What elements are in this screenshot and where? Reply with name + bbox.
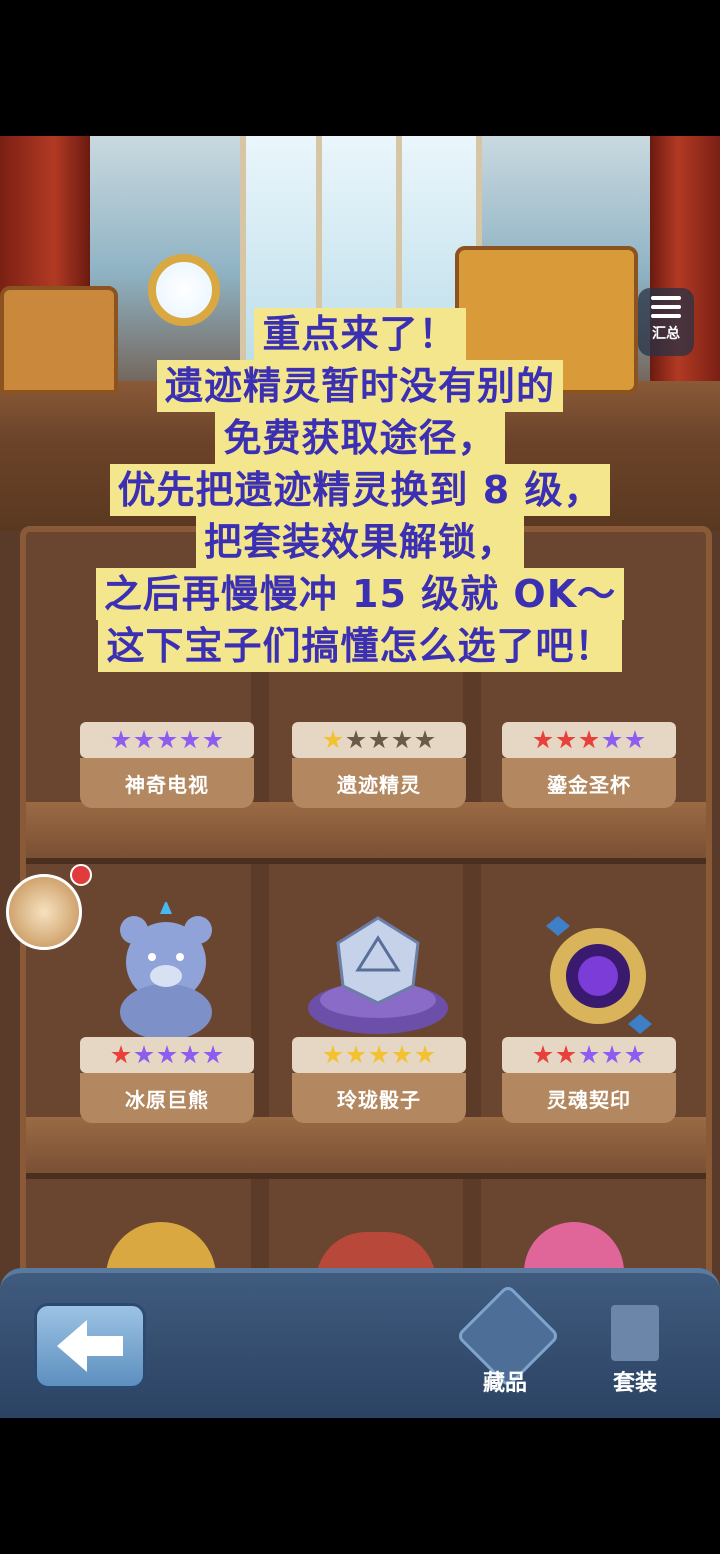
item-name: 遗迹精灵 xyxy=(292,758,466,808)
star-icon xyxy=(602,730,622,749)
star-icon xyxy=(533,1045,553,1064)
ice-bear-icon xyxy=(96,900,236,1042)
item-card[interactable]: 灵魂契印 xyxy=(502,1037,676,1129)
star-icon xyxy=(111,1045,131,1064)
character-avatar-button[interactable] xyxy=(6,874,82,950)
star-icon xyxy=(602,1045,622,1064)
caption-line: 遗迹精灵暂时没有别的 xyxy=(156,360,563,412)
item-card[interactable]: 神奇电视 xyxy=(80,722,254,814)
arrow-left-icon xyxy=(57,1320,123,1372)
caption-line: 把套装效果解锁， xyxy=(195,516,524,568)
star-icon xyxy=(323,730,343,749)
item-card[interactable]: 玲珑骰子 xyxy=(292,1037,466,1129)
star-icon xyxy=(180,730,200,749)
star-icon xyxy=(157,730,177,749)
item-name: 鎏金圣杯 xyxy=(502,758,676,808)
tab-collection[interactable]: 藏品 xyxy=(455,1283,561,1411)
star-icon xyxy=(323,1045,343,1064)
star-icon xyxy=(180,1045,200,1064)
item-card[interactable]: 遗迹精灵 xyxy=(292,722,466,814)
tab-collection-label: 藏品 xyxy=(482,1371,527,1396)
soul-seal-icon xyxy=(518,896,668,1046)
item-name: 冰原巨熊 xyxy=(80,1073,254,1123)
back-button[interactable] xyxy=(34,1303,146,1389)
star-rating xyxy=(292,722,466,758)
item-card[interactable]: 冰原巨熊 xyxy=(80,1037,254,1129)
star-icon xyxy=(369,730,389,749)
star-icon xyxy=(392,730,412,749)
star-rating xyxy=(80,722,254,758)
game-screen: 汇总 神奇电视 遗迹精灵 鎏金圣杯 冰原巨熊 玲珑骰子 灵魂契印 藏品 套装 重… xyxy=(0,136,720,1418)
tab-set-label: 套装 xyxy=(612,1371,657,1396)
tab-set[interactable]: 套装 xyxy=(585,1291,685,1411)
star-icon xyxy=(392,1045,412,1064)
star-icon xyxy=(134,1045,154,1064)
star-icon xyxy=(369,1045,389,1064)
star-icon xyxy=(556,730,576,749)
star-rating xyxy=(292,1037,466,1073)
star-icon xyxy=(415,730,435,749)
star-icon xyxy=(157,1045,177,1064)
star-icon xyxy=(556,1045,576,1064)
star-rating xyxy=(502,722,676,758)
star-rating xyxy=(502,1037,676,1073)
caption-line: 优先把遗迹精灵换到 8 级， xyxy=(109,464,611,516)
crystal-dice-icon xyxy=(298,908,458,1048)
star-icon xyxy=(533,730,553,749)
star-icon xyxy=(415,1045,435,1064)
notification-dot xyxy=(70,864,92,886)
caption-line: 重点来了！ xyxy=(254,308,466,360)
star-icon xyxy=(625,730,645,749)
caption-overlay: 重点来了！ 遗迹精灵暂时没有别的 免费获取途径， 优先把遗迹精灵换到 8 级， … xyxy=(30,308,690,672)
star-icon xyxy=(346,1045,366,1064)
bottom-bar: 藏品 套装 xyxy=(0,1268,720,1418)
book-icon xyxy=(611,1305,659,1361)
star-icon xyxy=(111,730,131,749)
star-icon xyxy=(625,1045,645,1064)
item-name: 灵魂契印 xyxy=(502,1073,676,1123)
caption-line: 免费获取途径， xyxy=(215,412,505,464)
star-icon xyxy=(203,730,223,749)
item-name: 玲珑骰子 xyxy=(292,1073,466,1123)
item-name: 神奇电视 xyxy=(80,758,254,808)
star-icon xyxy=(346,730,366,749)
caption-line: 这下宝子们搞懂怎么选了吧！ xyxy=(98,620,622,672)
star-rating xyxy=(80,1037,254,1073)
item-card[interactable]: 鎏金圣杯 xyxy=(502,722,676,814)
star-icon xyxy=(134,730,154,749)
star-icon xyxy=(579,1045,599,1064)
star-icon xyxy=(203,1045,223,1064)
star-icon xyxy=(579,730,599,749)
caption-line: 之后再慢慢冲 15 级就 OK～ xyxy=(95,568,625,620)
